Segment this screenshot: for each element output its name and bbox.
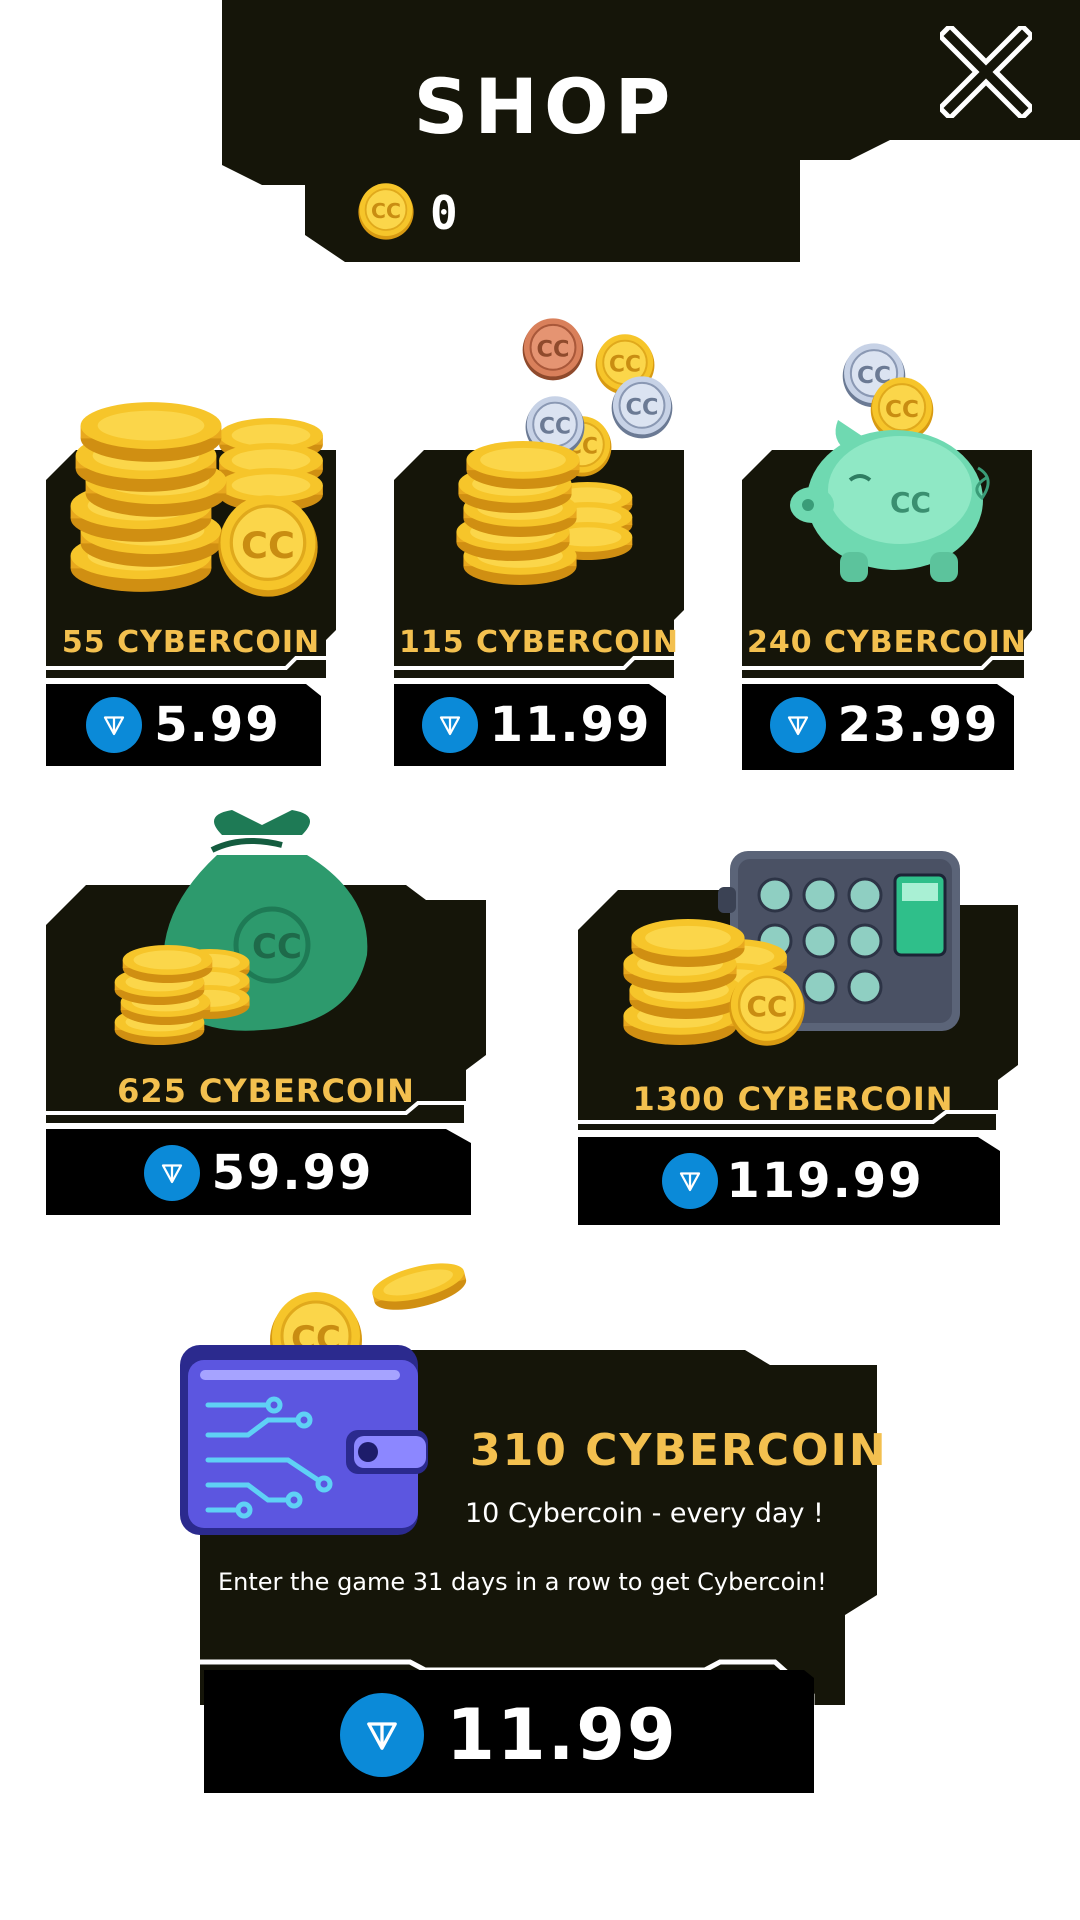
balance-value: 0 bbox=[430, 186, 458, 240]
safe-icon bbox=[623, 851, 960, 1047]
cc-coin-icon bbox=[356, 182, 416, 242]
buy-button[interactable]: 59.99 bbox=[46, 1138, 471, 1208]
wallet-icon bbox=[180, 1260, 470, 1535]
pack-amount-label: 625 CYBERCOIN bbox=[117, 1072, 415, 1110]
ton-diamond-icon bbox=[86, 697, 143, 753]
subscription-daily: 10 Cybercoin - every day ! bbox=[465, 1498, 824, 1529]
ton-diamond-icon bbox=[340, 1693, 425, 1777]
svg-text:CC: CC bbox=[252, 927, 302, 967]
coin-stack-icon bbox=[70, 402, 323, 599]
ton-diamond-icon bbox=[143, 1145, 200, 1201]
ton-diamond-icon bbox=[769, 697, 826, 753]
price-label: 11.99 bbox=[489, 697, 652, 753]
money-bag-icon: CC bbox=[114, 810, 368, 1045]
ton-diamond-icon bbox=[421, 697, 478, 753]
pack-amount-label: 115 CYBERCOIN bbox=[398, 625, 680, 660]
pack-amount-label: 1300 CYBERCOIN bbox=[632, 1080, 954, 1118]
buy-button[interactable]: 11.99 bbox=[394, 690, 679, 760]
buy-button[interactable]: 11.99 bbox=[204, 1680, 814, 1790]
price-label: 59.99 bbox=[211, 1145, 374, 1201]
page-title: SHOP bbox=[413, 62, 677, 151]
price-label: 5.99 bbox=[154, 697, 281, 753]
subscription-title: 310 CYBERCOIN bbox=[470, 1425, 888, 1476]
subscription-description: Enter the game 31 days in a row to get C… bbox=[218, 1568, 827, 1596]
price-label: 119.99 bbox=[726, 1153, 924, 1209]
close-button[interactable] bbox=[940, 26, 1032, 118]
coin-stack-falling-icon bbox=[456, 317, 674, 585]
price-label: 23.99 bbox=[837, 697, 1000, 753]
close-icon bbox=[940, 26, 1032, 118]
piggy-bank-icon: CC bbox=[790, 342, 990, 582]
buy-button[interactable]: 23.99 bbox=[742, 690, 1027, 760]
buy-button[interactable]: 5.99 bbox=[46, 690, 321, 760]
buy-button[interactable]: 119.99 bbox=[578, 1146, 1008, 1216]
pack-amount-label: 240 CYBERCOIN bbox=[746, 625, 1028, 660]
price-label: 11.99 bbox=[446, 1694, 678, 1776]
ton-diamond-icon bbox=[662, 1153, 719, 1209]
svg-text:CC: CC bbox=[890, 486, 931, 519]
pack-amount-label: 55 CYBERCOIN bbox=[61, 625, 321, 660]
